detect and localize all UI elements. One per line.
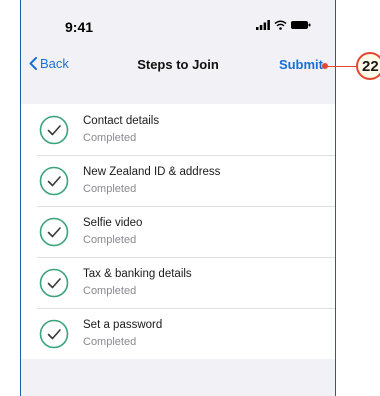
step-title: Set a password [83, 318, 163, 331]
list-item[interactable]: Tax & banking details Completed [21, 257, 335, 308]
check-circle-icon [39, 217, 69, 246]
step-status: Completed [83, 233, 137, 246]
check-circle-icon [39, 115, 69, 144]
steps-list: Contact details Completed New Zealand ID… [21, 104, 335, 359]
step-title: New Zealand ID & address [83, 165, 221, 178]
step-status: Completed [83, 335, 137, 348]
callout-number: 22 [362, 57, 379, 75]
list-item[interactable]: Contact details Completed [21, 104, 335, 155]
battery-icon [291, 21, 311, 29]
step-status: Completed [83, 284, 137, 297]
step-status: Completed [83, 131, 137, 144]
list-item[interactable]: New Zealand ID & address Completed [21, 155, 335, 206]
step-title: Selfie video [83, 216, 143, 229]
list-item[interactable]: Set a password Completed [21, 308, 335, 359]
status-time: 9:41 [65, 19, 94, 35]
callout-line [326, 66, 358, 67]
nav-bar: Back Steps to Join Submit [21, 48, 335, 84]
check-circle-icon [39, 166, 69, 195]
wifi-icon [274, 20, 287, 30]
submit-button[interactable]: Submit [279, 57, 323, 72]
check-circle-icon [39, 268, 69, 297]
step-title: Contact details [83, 114, 160, 127]
status-bar: 9:41 [21, 0, 335, 48]
status-icons [256, 20, 311, 30]
list-item[interactable]: Selfie video Completed [21, 206, 335, 257]
check-circle-icon [39, 319, 69, 348]
callout-number-badge: 22 [356, 52, 380, 80]
phone-screen: 9:41 Back Steps to Join Submit Contact d… [20, 0, 336, 396]
step-title: Tax & banking details [83, 267, 192, 280]
step-status: Completed [83, 182, 137, 195]
signal-icon [256, 20, 270, 30]
